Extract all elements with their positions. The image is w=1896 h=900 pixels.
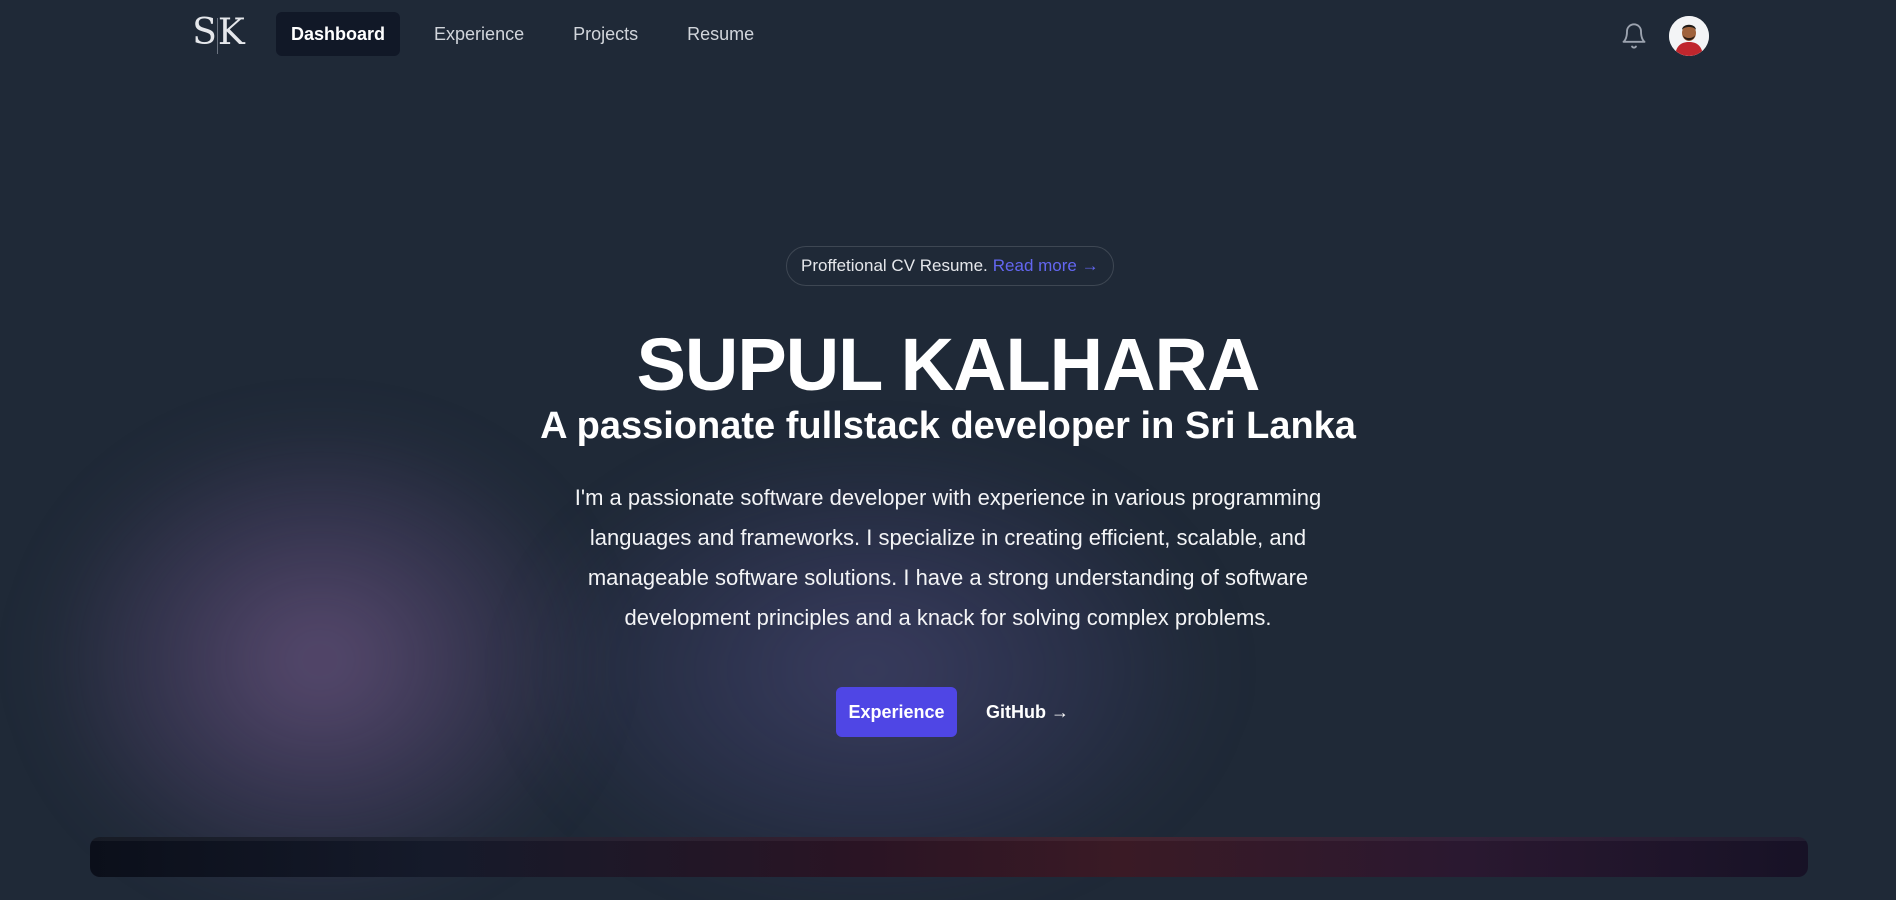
- announcement-pill: Proffetional CV Resume. Read more →: [786, 246, 1114, 286]
- nav-dashboard[interactable]: Dashboard: [276, 12, 401, 56]
- logo-divider: [217, 18, 218, 54]
- background-glow-left: [40, 420, 600, 900]
- preview-image-edge: [90, 837, 1808, 841]
- nav-resume[interactable]: Resume: [672, 12, 769, 56]
- nav-projects[interactable]: Projects: [558, 12, 653, 56]
- announcement-text: Proffetional CV Resume.: [801, 256, 988, 275]
- read-more-link[interactable]: Read more →: [993, 256, 1099, 276]
- user-avatar[interactable]: [1669, 16, 1709, 56]
- preview-image: [90, 837, 1808, 877]
- hero-title: SUPUL KALHARA: [636, 323, 1261, 406]
- github-link[interactable]: GitHub →: [986, 687, 1069, 737]
- nav-links: Dashboard Experience Projects Resume: [276, 12, 788, 56]
- experience-button[interactable]: Experience: [836, 687, 957, 737]
- hero-description: I'm a passionate software developer with…: [574, 485, 1322, 630]
- top-navbar: SK Dashboard Experience Projects Resume: [0, 0, 1896, 72]
- logo[interactable]: SK: [190, 12, 248, 56]
- bell-icon[interactable]: [1620, 22, 1648, 50]
- logo-monogram: SK: [192, 12, 246, 53]
- hero-subtitle: A passionate fullstack developer in Sri …: [540, 405, 1356, 447]
- nav-experience[interactable]: Experience: [419, 12, 539, 56]
